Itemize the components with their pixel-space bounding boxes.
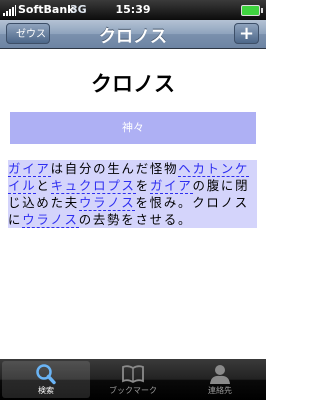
tab-search-label: 検索 xyxy=(38,386,54,395)
clock: 15:39 xyxy=(115,3,151,16)
page-title: クロノス xyxy=(91,72,175,96)
link-uranus[interactable]: ウラノス xyxy=(78,195,136,211)
tab-contacts[interactable]: 連絡先 xyxy=(176,361,264,398)
book-icon xyxy=(122,365,144,384)
body-text-segment: は自分の生んだ怪物 xyxy=(50,161,179,176)
navigation-bar: ゼウス クロノス + xyxy=(0,20,266,49)
article-body: ガイアは自分の生んだ怪物ヘカトンケイルとキュクロプスをガイアの腹に閉じ込めた夫ウ… xyxy=(8,160,257,228)
link-cyclops[interactable]: キュクロプス xyxy=(50,178,136,194)
link-gaia[interactable]: ガイア xyxy=(149,178,193,194)
body-text-segment: と xyxy=(36,178,51,193)
category-banner: 神々 xyxy=(10,112,256,144)
tab-bookmarks-label: ブックマーク xyxy=(109,386,157,395)
add-button[interactable]: + xyxy=(234,23,259,44)
nav-title: クロノス xyxy=(99,27,167,47)
battery-icon xyxy=(241,5,263,16)
link-uranus[interactable]: ウラノス xyxy=(22,212,79,228)
body-text-segment: の去勢をさせる。 xyxy=(78,212,193,227)
back-button[interactable]: ゼウス xyxy=(6,23,50,44)
status-bar: SoftBank 3G 15:39 xyxy=(0,0,266,20)
contact-icon xyxy=(210,365,230,384)
search-icon xyxy=(36,364,56,385)
body-text-segment: を xyxy=(135,178,150,193)
link-gaia[interactable]: ガイア xyxy=(8,161,51,177)
tab-contacts-label: 連絡先 xyxy=(208,386,232,395)
tab-bookmarks[interactable]: ブックマーク xyxy=(89,361,177,398)
tab-search[interactable]: 検索 xyxy=(2,361,90,398)
tab-bar: 検索 ブックマーク 連絡先 xyxy=(0,359,266,400)
